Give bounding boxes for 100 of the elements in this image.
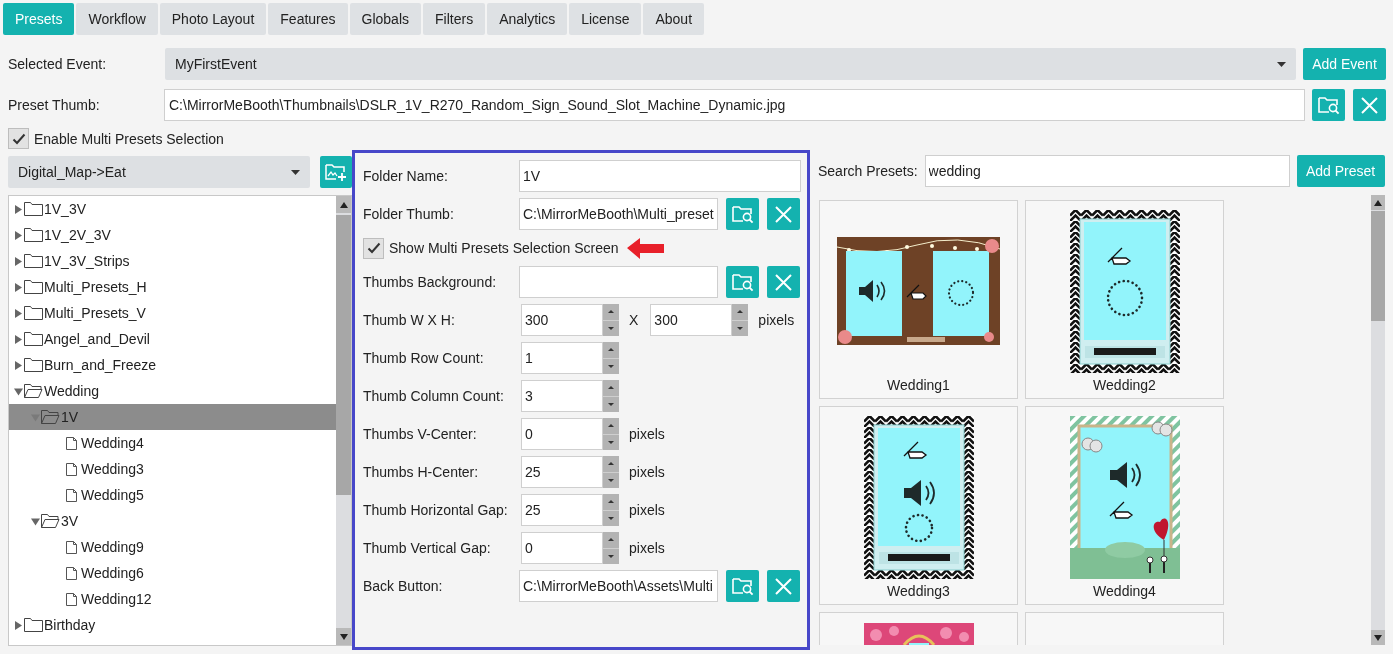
tree-item[interactable]: 1V_3V_Strips (9, 248, 336, 274)
spin-up-button[interactable] (603, 342, 619, 358)
scroll-down-arrow-icon[interactable] (1374, 634, 1382, 641)
collapsed-arrow-icon[interactable] (14, 620, 23, 630)
tree-item[interactable]: Birthday (9, 612, 336, 638)
collapsed-arrow-icon[interactable] (14, 334, 23, 344)
number-field[interactable]: 25 (521, 494, 603, 526)
tab[interactable]: Photo Layout (159, 3, 267, 35)
path-field[interactable] (519, 266, 718, 298)
event-dropdown[interactable]: MyFirstEvent (165, 48, 1296, 80)
collapsed-arrow-icon[interactable] (14, 204, 23, 214)
number-field[interactable]: 3 (521, 380, 603, 412)
collapsed-arrow-icon[interactable] (14, 360, 23, 370)
spin-up-button[interactable] (603, 304, 619, 320)
spin-up-button[interactable] (603, 494, 619, 510)
number-field[interactable]: 1 (521, 342, 603, 374)
folder-icon (24, 358, 43, 372)
open-folder-icon (41, 410, 60, 424)
path-field[interactable]: C:\MirrorMeBooth\Assets\Multi (519, 570, 718, 602)
browse-button[interactable] (726, 570, 759, 602)
preset-name: Wedding3 (887, 583, 950, 599)
path-field[interactable]: C:\MirrorMeBooth\Multi_preset (519, 198, 718, 230)
spin-up-button[interactable] (603, 456, 619, 472)
spin-up-button[interactable] (603, 418, 619, 434)
preset-thumb-field[interactable]: C:\MirrorMeBooth\Thumbnails\DSLR_1V_R270_Random_Sign_Sound_Slot_Machine_Dynamic.jpg (164, 89, 1305, 121)
tree-item[interactable]: Burn_and_Freeze (9, 352, 336, 378)
collapsed-arrow-icon[interactable] (14, 230, 23, 240)
tree-item[interactable]: Wedding6 (9, 560, 336, 586)
browse-button[interactable] (726, 266, 759, 298)
spin-down-button[interactable] (603, 396, 619, 412)
spin-up-button[interactable] (603, 380, 619, 396)
tree-item[interactable]: 1V_2V_3V (9, 222, 336, 248)
number-field[interactable]: 300 (650, 304, 733, 336)
group-dropdown[interactable]: Digital_Map->Eat (8, 156, 310, 188)
number-field[interactable]: 25 (521, 456, 603, 488)
add-folder-button[interactable] (320, 156, 352, 188)
preset-card[interactable]: Wedding1 (819, 200, 1018, 399)
text-field[interactable]: 1V (519, 160, 801, 192)
scrollbar-thumb[interactable] (336, 215, 351, 495)
preset-card[interactable]: Wedding4 (1025, 406, 1224, 605)
spin-up-button[interactable] (732, 304, 749, 320)
browse-button[interactable] (1312, 89, 1345, 121)
file-icon (66, 566, 77, 580)
open-folder-icon (41, 514, 60, 528)
tab[interactable]: Workflow (76, 3, 158, 35)
scrollbar[interactable] (336, 196, 351, 645)
field-label: Back Button: (363, 578, 444, 594)
clear-button[interactable] (767, 570, 800, 602)
tab[interactable]: Features (268, 3, 348, 35)
spin-up-button[interactable] (603, 532, 619, 548)
spin-down-button[interactable] (603, 548, 619, 564)
tree-item[interactable]: Wedding4 (9, 430, 336, 456)
spin-down-button[interactable] (603, 358, 619, 374)
spin-down-button[interactable] (603, 510, 619, 526)
spin-down-button[interactable] (603, 472, 619, 488)
scroll-down-arrow-icon[interactable] (339, 633, 348, 640)
tree-item[interactable]: Wedding9 (9, 534, 336, 560)
preset-card[interactable]: Wedding2 (1025, 200, 1224, 399)
tab[interactable]: About (643, 3, 705, 35)
tree-item[interactable]: 3V (9, 508, 336, 534)
scrollbar-thumb[interactable] (1371, 211, 1385, 321)
tree-item[interactable]: 1V_3V (9, 196, 336, 222)
clear-button[interactable] (767, 198, 800, 230)
tree-item[interactable]: Angel_and_Devil (9, 326, 336, 352)
expanded-arrow-icon[interactable] (14, 386, 23, 396)
tree-item[interactable]: Wedding5 (9, 482, 336, 508)
number-field[interactable]: 0 (521, 532, 603, 564)
spin-down-button[interactable] (603, 434, 619, 450)
tree-item[interactable]: Multi_Presets_V (9, 300, 336, 326)
collapsed-arrow-icon[interactable] (14, 308, 23, 318)
tree-item[interactable]: Multi_Presets_H (9, 274, 336, 300)
tab[interactable]: Analytics (487, 3, 568, 35)
spin-down-button[interactable] (732, 320, 749, 336)
number-field[interactable]: 0 (521, 418, 603, 450)
folder-icon (24, 202, 43, 216)
spin-down-button[interactable] (603, 320, 619, 336)
scrollbar[interactable] (1371, 195, 1385, 645)
tab[interactable]: Filters (423, 3, 486, 35)
tab[interactable]: License (569, 3, 642, 35)
tree-item[interactable]: Wedding3 (9, 456, 336, 482)
number-field[interactable]: 300 (521, 304, 603, 336)
scroll-up-arrow-icon[interactable] (1374, 199, 1382, 206)
checkbox[interactable] (363, 237, 384, 259)
scroll-up-arrow-icon[interactable] (339, 201, 348, 208)
collapsed-arrow-icon[interactable] (14, 282, 23, 292)
unit-label: pixels (629, 426, 665, 442)
tree-item[interactable]: Wedding12 (9, 586, 336, 612)
tree-item[interactable]: Wedding (9, 378, 336, 404)
browse-button[interactable] (726, 198, 759, 230)
clear-button[interactable] (1353, 89, 1386, 121)
preset-name: Wedding2 (1093, 377, 1156, 393)
search-field[interactable]: wedding (924, 155, 1290, 187)
tab[interactable]: Globals (349, 3, 421, 35)
check-icon (11, 132, 26, 145)
clear-button[interactable] (767, 266, 800, 298)
expanded-arrow-icon[interactable] (31, 516, 40, 526)
checkbox[interactable] (8, 128, 29, 149)
preset-card[interactable]: Wedding3 (819, 406, 1018, 605)
tree-item[interactable]: 1V (9, 404, 336, 430)
collapsed-arrow-icon[interactable] (14, 256, 23, 266)
